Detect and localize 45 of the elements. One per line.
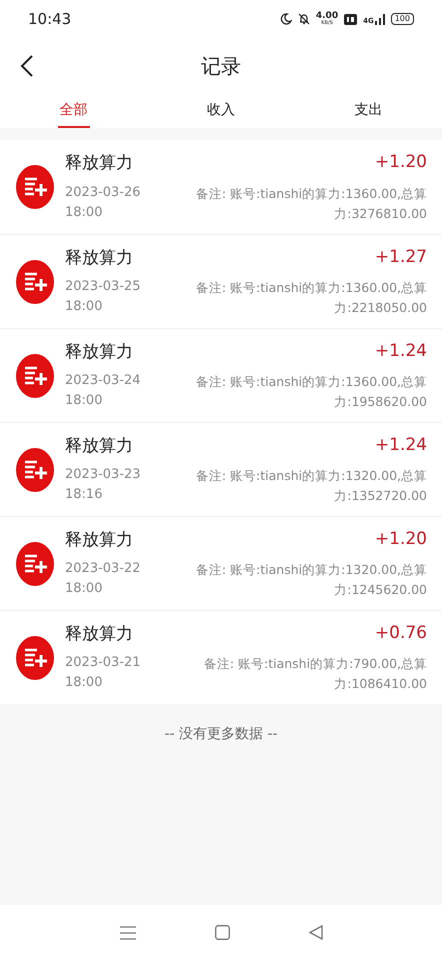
record-time: 18:00 <box>65 674 104 692</box>
back-nav-icon[interactable] <box>308 925 322 940</box>
record-title: 释放算力 <box>65 152 134 176</box>
record-time: 18:00 <box>65 298 104 316</box>
record-title: 释放算力 <box>65 246 134 270</box>
record-note: 备注: 账号:tianshi的算力:1360.00,总算力:3276810.00 <box>194 184 427 223</box>
record-note: 备注: 账号:tianshi的算力:790.00,总算力:1086410.00 <box>202 655 427 694</box>
signal-icon <box>374 13 385 25</box>
record-note: 备注: 账号:tianshi的算力:1320.00,总算力:1352720.00 <box>194 467 427 506</box>
record-amount: +1.24 <box>374 340 427 363</box>
moon-icon <box>280 13 292 25</box>
record-note: 备注: 账号:tianshi的算力:1320.00,总算力:1245620.00 <box>194 561 427 600</box>
record-amount: +1.20 <box>374 528 427 551</box>
record-amount: +1.24 <box>374 434 427 457</box>
record-amount: +0.76 <box>374 622 427 645</box>
record-title: 释放算力 <box>65 622 134 646</box>
tab[interactable]: 支出 <box>352 94 384 128</box>
record-date: 2023-03-22 <box>65 560 142 578</box>
speed-value: 4.00 <box>316 12 338 21</box>
tab[interactable]: 收入 <box>204 94 237 128</box>
record-date: 2023-03-24 <box>65 372 142 390</box>
menu-icon[interactable] <box>120 926 136 940</box>
record-title: 释放算力 <box>65 434 134 458</box>
record-time: 18:00 <box>65 392 104 410</box>
record-time: 18:16 <box>65 486 104 504</box>
record-title: 释放算力 <box>65 340 134 364</box>
tab[interactable]: 全部 <box>58 94 90 128</box>
record-note: 备注: 账号:tianshi的算力:1360.00,总算力:1958620.00 <box>194 373 427 412</box>
back-icon <box>20 54 34 78</box>
record-date: 2023-03-25 <box>65 278 142 296</box>
battery-level: 100 <box>390 13 414 25</box>
record-title: 释放算力 <box>65 528 134 552</box>
page-title: 记录 <box>201 53 241 80</box>
record-date: 2023-03-21 <box>65 654 142 672</box>
record-time: 18:00 <box>65 580 104 598</box>
status-time: 10:43 <box>28 8 72 30</box>
home-icon[interactable] <box>214 925 230 940</box>
bell-off-icon <box>298 13 310 25</box>
record-note: 备注: 账号:tianshi的算力:1360.00,总算力:2218050.00 <box>194 279 427 318</box>
record-time: 18:00 <box>65 204 104 222</box>
record-amount: +1.27 <box>374 246 427 269</box>
record-date: 2023-03-23 <box>65 466 142 484</box>
record-amount: +1.20 <box>374 151 427 174</box>
record-date: 2023-03-26 <box>65 184 142 202</box>
end-of-list-text: -- 没有更多数据 -- <box>164 725 278 744</box>
